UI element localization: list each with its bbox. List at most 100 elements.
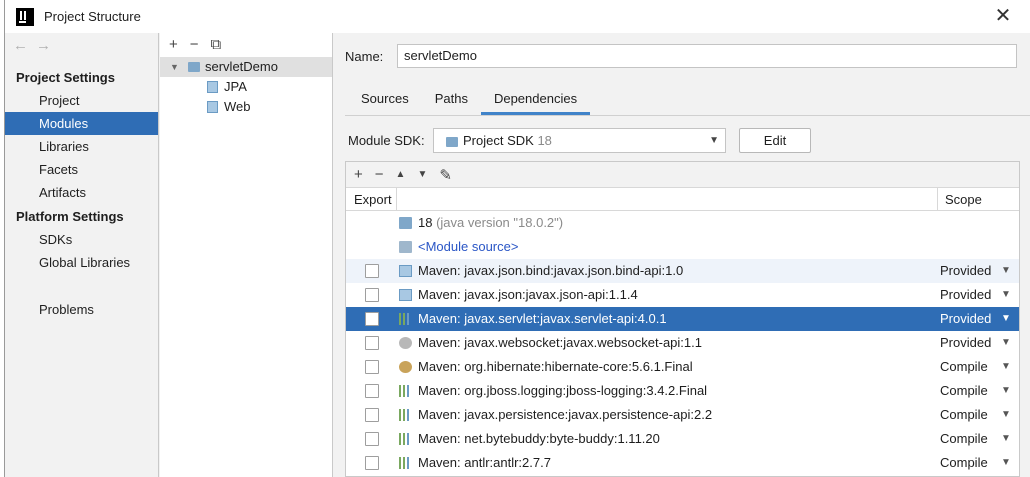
dep-name: Maven: net.bytebuddy:byte-buddy:1.11.20 bbox=[418, 431, 660, 446]
tab-dependencies[interactable]: Dependencies bbox=[480, 88, 591, 115]
library-icon bbox=[399, 289, 412, 301]
export-checkbox[interactable] bbox=[365, 384, 379, 398]
chevron-down-icon[interactable]: ▼ bbox=[1001, 451, 1011, 475]
library-icon bbox=[399, 313, 412, 325]
move-up-icon[interactable]: ▲ bbox=[396, 169, 406, 180]
export-checkbox[interactable] bbox=[365, 432, 379, 446]
add-dependency-icon[interactable]: + bbox=[354, 166, 363, 183]
chevron-down-icon[interactable]: ▼ bbox=[1001, 427, 1011, 451]
module-name-field[interactable]: servletDemo bbox=[397, 44, 1017, 68]
chevron-down-icon[interactable]: ▼ bbox=[1001, 331, 1011, 355]
chevron-down-icon[interactable]: ▼ bbox=[1001, 403, 1011, 427]
name-label: Name: bbox=[345, 49, 384, 64]
chevron-down-icon[interactable]: ▼ bbox=[1001, 379, 1011, 403]
dep-scope[interactable]: Compile bbox=[940, 451, 988, 475]
dep-name: Maven: org.hibernate:hibernate-core:5.6.… bbox=[418, 359, 693, 374]
dep-scope[interactable]: Provided bbox=[940, 259, 991, 283]
library-icon bbox=[399, 457, 412, 469]
export-checkbox[interactable] bbox=[365, 336, 379, 350]
dep-scope[interactable]: Provided bbox=[940, 307, 991, 331]
dep-scope[interactable]: Provided bbox=[940, 331, 991, 355]
project-settings-heading: Project Settings bbox=[16, 70, 115, 85]
header-scope[interactable]: Scope bbox=[945, 192, 982, 207]
dep-scope[interactable]: Compile bbox=[940, 355, 988, 379]
dep-scope[interactable]: Compile bbox=[940, 427, 988, 451]
edit-pencil-icon[interactable]: ✎ bbox=[439, 166, 452, 184]
nav-item-modules[interactable]: Modules bbox=[5, 112, 158, 135]
dep-name: Maven: javax.json:javax.json-api:1.1.4 bbox=[418, 287, 638, 302]
table-row[interactable]: Maven: org.jboss.logging:jboss-logging:3… bbox=[346, 379, 1019, 403]
add-icon[interactable]: + bbox=[169, 36, 178, 53]
dep-row-sdk[interactable]: 18 (java version "18.0.2") bbox=[346, 211, 1019, 235]
library-icon bbox=[399, 265, 412, 277]
module-sdk-select[interactable]: Project SDK 18 ▼ bbox=[433, 128, 726, 153]
dependencies-toolbar: + − ▲ ▼ ✎ bbox=[346, 162, 1019, 188]
table-row[interactable]: Maven: javax.json:javax.json-api:1.1.4 P… bbox=[346, 283, 1019, 307]
nav-item-facets[interactable]: Facets bbox=[5, 158, 158, 181]
header-separator bbox=[937, 188, 938, 210]
dep-name: Maven: antlr:antlr:2.7.7 bbox=[418, 455, 551, 470]
dep-sdk-text: 18 (java version "18.0.2") bbox=[418, 211, 563, 235]
chevron-down-icon[interactable]: ▼ bbox=[1001, 283, 1011, 307]
table-row[interactable]: Maven: javax.servlet:javax.servlet-api:4… bbox=[346, 307, 1019, 331]
tree-item-jpa[interactable]: JPA bbox=[160, 77, 332, 97]
table-row[interactable]: Maven: net.bytebuddy:byte-buddy:1.11.20 … bbox=[346, 427, 1019, 451]
tree-item-web[interactable]: Web bbox=[160, 97, 332, 117]
move-down-icon[interactable]: ▼ bbox=[417, 169, 427, 180]
tab-paths[interactable]: Paths bbox=[422, 88, 481, 115]
remove-icon[interactable]: − bbox=[190, 36, 199, 53]
export-checkbox[interactable] bbox=[365, 312, 379, 326]
nav-item-project[interactable]: Project bbox=[5, 89, 158, 112]
close-icon[interactable]: ✕ bbox=[994, 6, 1012, 26]
table-row[interactable]: Maven: javax.persistence:javax.persisten… bbox=[346, 403, 1019, 427]
dep-row-module-source[interactable]: <Module source> bbox=[346, 235, 1019, 259]
tree-item-module[interactable]: ▼ servletDemo bbox=[160, 57, 332, 77]
edit-sdk-button[interactable]: Edit bbox=[739, 128, 811, 153]
table-row[interactable]: Maven: org.hibernate:hibernate-core:5.6.… bbox=[346, 355, 1019, 379]
table-row[interactable]: Maven: antlr:antlr:2.7.7 Compile ▼ bbox=[346, 451, 1019, 475]
export-checkbox[interactable] bbox=[365, 288, 379, 302]
forward-arrow-icon[interactable]: → bbox=[36, 37, 59, 54]
dep-scope[interactable]: Compile bbox=[940, 403, 988, 427]
dep-name: Maven: javax.json.bind:javax.json.bind-a… bbox=[418, 263, 684, 278]
copy-icon[interactable]: ⧉ bbox=[211, 36, 222, 53]
module-detail-panel: Name: servletDemo Sources Paths Dependen… bbox=[334, 33, 1030, 477]
table-row[interactable]: Maven: javax.websocket:javax.websocket-a… bbox=[346, 331, 1019, 355]
chevron-down-icon[interactable]: ▼ bbox=[1001, 259, 1011, 283]
back-arrow-icon[interactable]: ← bbox=[13, 37, 36, 54]
remove-dependency-icon[interactable]: − bbox=[375, 166, 384, 183]
nav-item-artifacts[interactable]: Artifacts bbox=[5, 181, 158, 204]
nav-item-problems[interactable]: Problems bbox=[5, 298, 158, 321]
dep-module-source: <Module source> bbox=[418, 239, 519, 254]
dep-sdk-name: 18 bbox=[418, 215, 433, 230]
tab-divider bbox=[345, 115, 1030, 116]
nav-item-libraries[interactable]: Libraries bbox=[5, 135, 158, 158]
export-checkbox[interactable] bbox=[365, 360, 379, 374]
nav-item-sdks[interactable]: SDKs bbox=[5, 228, 158, 251]
export-checkbox[interactable] bbox=[365, 408, 379, 422]
table-row[interactable]: Maven: javax.json.bind:javax.json.bind-a… bbox=[346, 259, 1019, 283]
dep-scope[interactable]: Provided bbox=[940, 283, 991, 307]
tree-item-jpa-label: JPA bbox=[224, 79, 247, 94]
sdk-folder-icon bbox=[399, 217, 412, 229]
dep-sdk-detail: (java version "18.0.2") bbox=[436, 215, 564, 230]
chevron-down-icon[interactable]: ▼ bbox=[1001, 355, 1011, 379]
tab-sources[interactable]: Sources bbox=[348, 88, 422, 115]
platform-settings-heading: Platform Settings bbox=[16, 209, 124, 224]
header-export[interactable]: Export bbox=[354, 192, 392, 207]
intellij-app-icon bbox=[16, 7, 34, 26]
chevron-down-icon[interactable]: ▼ bbox=[170, 57, 179, 77]
tree-toolbar: + − ⧉ bbox=[160, 33, 332, 56]
dependencies-table: + − ▲ ▼ ✎ Export Scope 18 (java version … bbox=[345, 161, 1020, 477]
module-folder-icon bbox=[188, 62, 200, 72]
module-sdk-label: Module SDK: bbox=[348, 133, 425, 148]
chevron-down-icon[interactable]: ▼ bbox=[1001, 307, 1011, 331]
nav-item-global-libraries[interactable]: Global Libraries bbox=[5, 251, 158, 274]
export-checkbox[interactable] bbox=[365, 264, 379, 278]
dep-name: Maven: javax.servlet:javax.servlet-api:4… bbox=[418, 311, 667, 326]
export-checkbox[interactable] bbox=[365, 456, 379, 470]
module-tree-panel: + − ⧉ ▼ servletDemo JPA Web bbox=[160, 33, 333, 477]
dep-scope[interactable]: Compile bbox=[940, 379, 988, 403]
title-bar: Project Structure ✕ bbox=[5, 0, 1030, 33]
library-icon bbox=[399, 361, 412, 373]
